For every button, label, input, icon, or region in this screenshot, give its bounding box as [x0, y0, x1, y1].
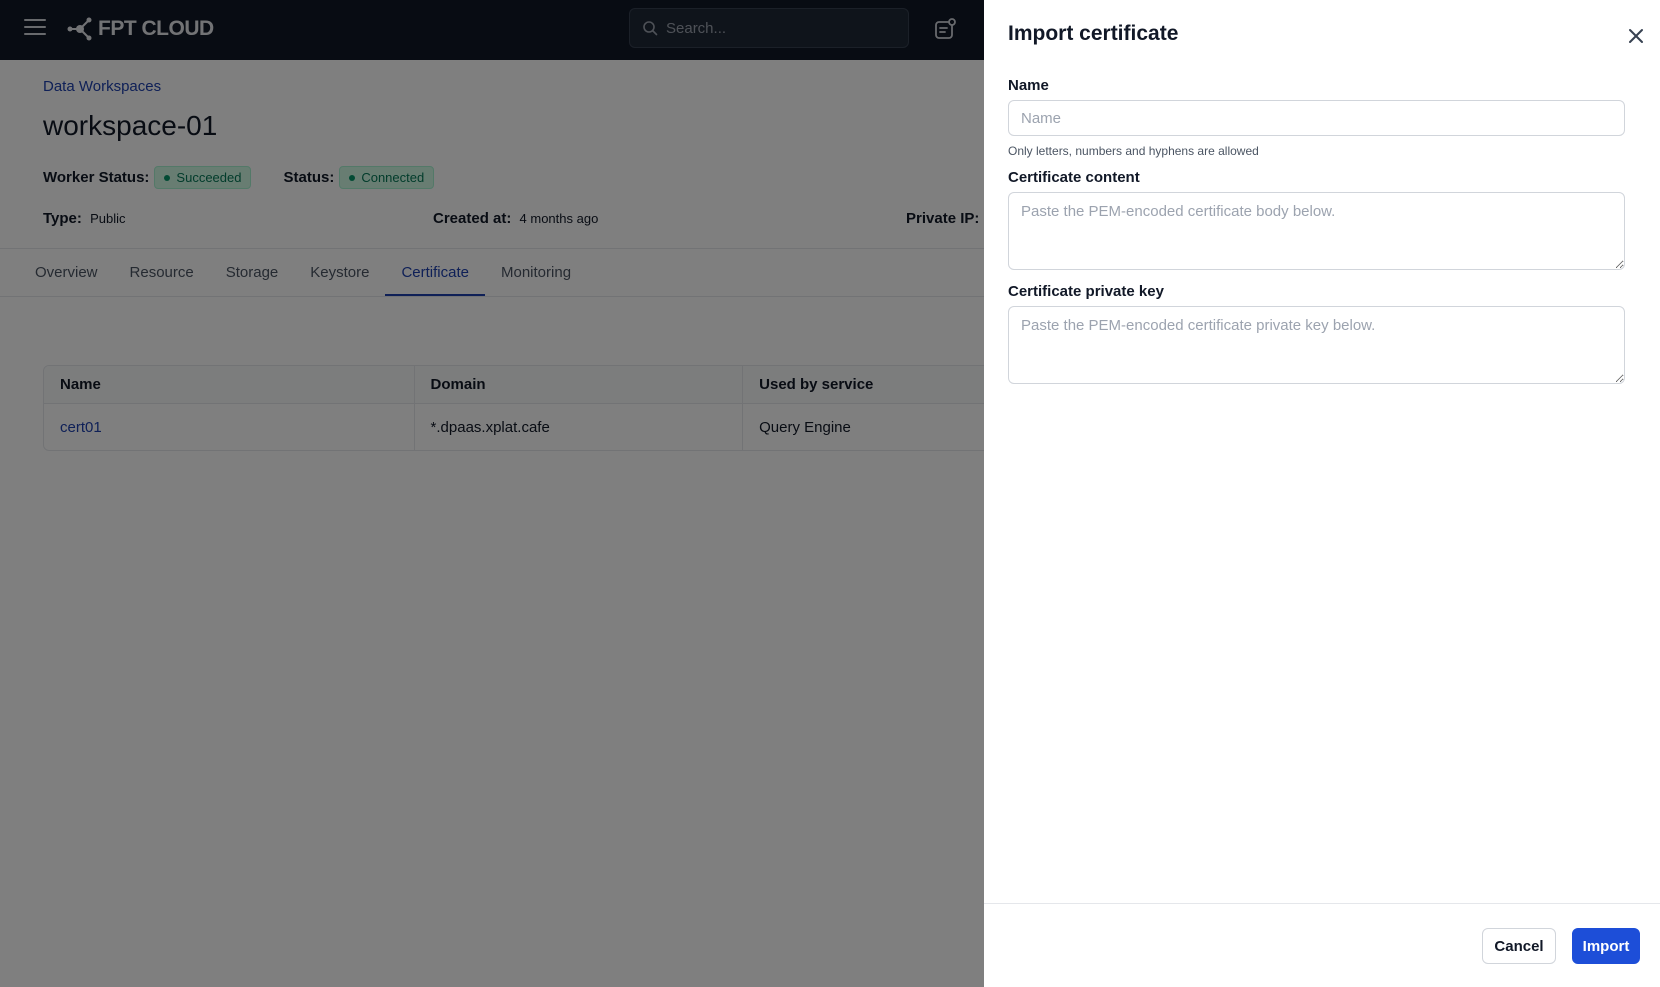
name-hint: Only letters, numbers and hyphens are al… [1008, 144, 1259, 158]
drawer-title: Import certificate [1008, 22, 1179, 45]
name-label: Name [1008, 77, 1049, 94]
certificate-content-label: Certificate content [1008, 169, 1140, 186]
footer-divider [984, 903, 1660, 904]
cancel-button[interactable]: Cancel [1482, 928, 1556, 964]
import-button[interactable]: Import [1572, 928, 1640, 964]
certificate-content-textarea[interactable] [1008, 192, 1625, 270]
certificate-private-key-label: Certificate private key [1008, 283, 1164, 300]
close-icon[interactable] [1626, 26, 1646, 46]
name-input[interactable] [1008, 100, 1625, 136]
import-certificate-drawer: Import certificate Name Only letters, nu… [984, 0, 1660, 987]
modal-backdrop[interactable] [0, 0, 984, 987]
certificate-private-key-textarea[interactable] [1008, 306, 1625, 384]
